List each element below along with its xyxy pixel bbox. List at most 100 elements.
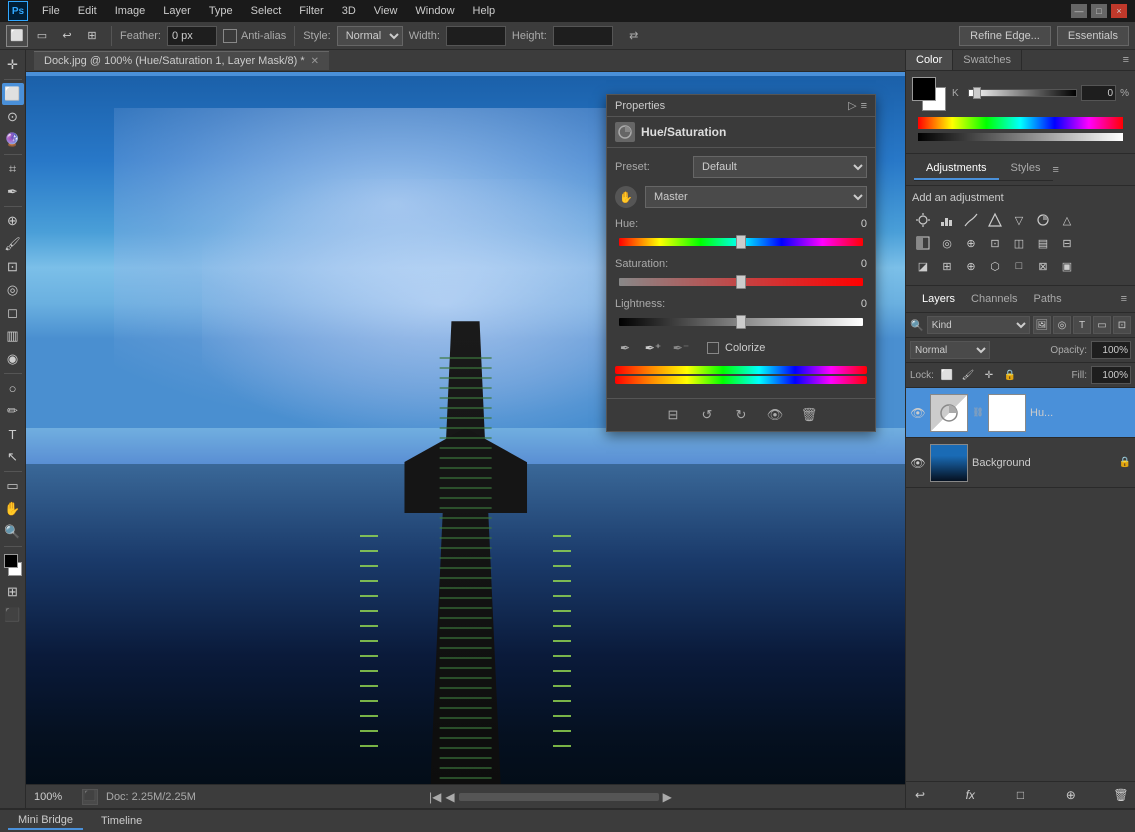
layer-fx-btn[interactable]: fx bbox=[960, 785, 980, 805]
nav-next-btn[interactable]: ▶ bbox=[663, 790, 672, 804]
adj-invert[interactable]: ◫ bbox=[1008, 233, 1030, 253]
swap-icon[interactable]: ⇄ bbox=[623, 25, 645, 47]
menu-3d[interactable]: 3D bbox=[334, 3, 364, 19]
quick-mask-btn[interactable]: ⊞ bbox=[2, 581, 24, 603]
nav-start-btn[interactable]: |◀ bbox=[429, 790, 441, 804]
menu-type[interactable]: Type bbox=[201, 3, 241, 19]
menu-layer[interactable]: Layer bbox=[155, 3, 199, 19]
status-scrollbar[interactable] bbox=[459, 793, 659, 801]
tab-paths[interactable]: Paths bbox=[1026, 290, 1070, 308]
pen-tool[interactable]: ✏ bbox=[2, 400, 24, 422]
quick-select-tool[interactable]: 🔮 bbox=[2, 129, 24, 151]
layers-menu-icon[interactable]: ≡ bbox=[1121, 293, 1127, 305]
blend-mode-select[interactable]: Normal bbox=[910, 341, 990, 359]
screen-mode-btn[interactable]: ⬛ bbox=[2, 604, 24, 626]
refine-edge-button[interactable]: Refine Edge... bbox=[959, 26, 1051, 46]
style-select[interactable]: Normal bbox=[337, 26, 403, 46]
filter-shape[interactable]: ▭ bbox=[1093, 316, 1111, 334]
channel-icon[interactable]: ✋ bbox=[615, 186, 637, 208]
adj-levels[interactable] bbox=[936, 210, 958, 230]
marquee-tool[interactable]: ⬜ bbox=[2, 83, 24, 105]
adj-extra[interactable]: ▣ bbox=[1056, 256, 1078, 276]
layer-kind-select[interactable]: Kind bbox=[927, 316, 1030, 334]
layer-item-bg[interactable]: 👁 Background 🔒 bbox=[906, 438, 1135, 488]
layer-item-hue[interactable]: 👁 ⛓ Hu... bbox=[906, 388, 1135, 438]
adj-curves[interactable] bbox=[960, 210, 982, 230]
selection-opt3[interactable]: ↩ bbox=[56, 25, 78, 47]
adj-threshold[interactable]: ⊟ bbox=[1056, 233, 1078, 253]
foreground-color-swatch[interactable] bbox=[4, 554, 18, 568]
properties-menu-icon[interactable]: ≡ bbox=[861, 100, 867, 112]
gradient-tool[interactable]: ▥ bbox=[2, 325, 24, 347]
canvas-tab-close[interactable]: ✕ bbox=[311, 56, 319, 67]
spectrum-color-bar[interactable] bbox=[918, 117, 1123, 129]
height-input[interactable] bbox=[553, 26, 613, 46]
eyedropper-btn1[interactable]: ✒ bbox=[615, 338, 635, 358]
adjustments-menu-icon[interactable]: ≡ bbox=[1053, 164, 1059, 176]
essentials-button[interactable]: Essentials bbox=[1057, 26, 1129, 46]
preset-select[interactable]: Default bbox=[693, 156, 867, 178]
menu-file[interactable]: File bbox=[34, 3, 68, 19]
minimize-button[interactable]: — bbox=[1071, 4, 1087, 18]
close-button[interactable]: × bbox=[1111, 4, 1127, 18]
adj-solid-color[interactable]: ⬡ bbox=[984, 256, 1006, 276]
fill-input[interactable] bbox=[1091, 366, 1131, 384]
crop-tool[interactable]: ⌗ bbox=[2, 158, 24, 180]
adj-posterize[interactable]: ▤ bbox=[1032, 233, 1054, 253]
eyedropper-tool[interactable]: ✒ bbox=[2, 181, 24, 203]
opacity-input[interactable] bbox=[1091, 341, 1131, 359]
lightness-slider-thumb[interactable] bbox=[736, 315, 746, 329]
nav-prev-btn[interactable]: ◀ bbox=[445, 790, 454, 804]
adj-selective-color[interactable]: ⊞ bbox=[936, 256, 958, 276]
status-icon[interactable]: ⬛ bbox=[82, 789, 98, 805]
menu-help[interactable]: Help bbox=[465, 3, 504, 19]
adj-smart-object[interactable]: ⊠ bbox=[1032, 256, 1054, 276]
prev-state-btn[interactable]: ↺ bbox=[696, 404, 718, 426]
tab-layers[interactable]: Layers bbox=[914, 290, 963, 308]
eyedropper-btn3[interactable]: ✒⁻ bbox=[671, 338, 691, 358]
path-select-tool[interactable]: ↖ bbox=[2, 446, 24, 468]
type-tool[interactable]: T bbox=[2, 423, 24, 445]
adj-hue-sat[interactable] bbox=[1032, 210, 1054, 230]
dodge-tool[interactable]: ○ bbox=[2, 377, 24, 399]
tab-channels[interactable]: Channels bbox=[963, 290, 1025, 308]
k-slider-thumb[interactable] bbox=[973, 87, 981, 99]
layer-add-btn[interactable]: ⊕ bbox=[1061, 785, 1081, 805]
layer-mask-btn[interactable]: □ bbox=[1011, 785, 1031, 805]
adj-color-lookup[interactable]: ⊡ bbox=[984, 233, 1006, 253]
colorize-checkbox[interactable] bbox=[707, 342, 719, 354]
history-tool[interactable]: ◎ bbox=[2, 279, 24, 301]
adj-bw[interactable] bbox=[912, 233, 934, 253]
filter-smart[interactable]: ⊡ bbox=[1113, 316, 1131, 334]
width-input[interactable] bbox=[446, 26, 506, 46]
filter-pixel[interactable]: 🖼 bbox=[1033, 316, 1051, 334]
hue-slider-thumb[interactable] bbox=[736, 235, 746, 249]
clone-tool[interactable]: ⊡ bbox=[2, 256, 24, 278]
delete-btn[interactable]: 🗑 bbox=[798, 404, 820, 426]
spectrum-gray-bar[interactable] bbox=[918, 133, 1123, 141]
layer-delete-btn[interactable]: 🗑 bbox=[1111, 785, 1131, 805]
adj-gradient-map[interactable]: ◪ bbox=[912, 256, 934, 276]
menu-window[interactable]: Window bbox=[407, 3, 462, 19]
lock-transparency[interactable]: ⬜ bbox=[938, 366, 956, 384]
menu-image[interactable]: Image bbox=[107, 3, 154, 19]
anti-alias-checkbox[interactable] bbox=[223, 29, 237, 43]
saturation-slider-thumb[interactable] bbox=[736, 275, 746, 289]
selection-opt4[interactable]: ⊞ bbox=[81, 25, 103, 47]
menu-view[interactable]: View bbox=[366, 3, 406, 19]
properties-expand-icon[interactable]: ▷ bbox=[848, 99, 856, 112]
k-value-input[interactable] bbox=[1081, 85, 1116, 101]
lock-all[interactable]: 🔒 bbox=[1001, 366, 1019, 384]
adj-photo-filter[interactable]: ◎ bbox=[936, 233, 958, 253]
menu-select[interactable]: Select bbox=[243, 3, 290, 19]
tab-color[interactable]: Color bbox=[906, 50, 953, 70]
channel-select[interactable]: Master bbox=[645, 186, 867, 208]
adj-brightness[interactable] bbox=[912, 210, 934, 230]
tab-mini-bridge[interactable]: Mini Bridge bbox=[8, 812, 83, 830]
adj-vibrance[interactable]: ▽ bbox=[1008, 210, 1030, 230]
tab-timeline[interactable]: Timeline bbox=[91, 813, 152, 829]
rectangle-tool[interactable]: ▭ bbox=[2, 475, 24, 497]
feather-input[interactable] bbox=[167, 26, 217, 46]
move-tool[interactable]: ✛ bbox=[2, 54, 24, 76]
zoom-tool[interactable]: 🔍 bbox=[2, 521, 24, 543]
